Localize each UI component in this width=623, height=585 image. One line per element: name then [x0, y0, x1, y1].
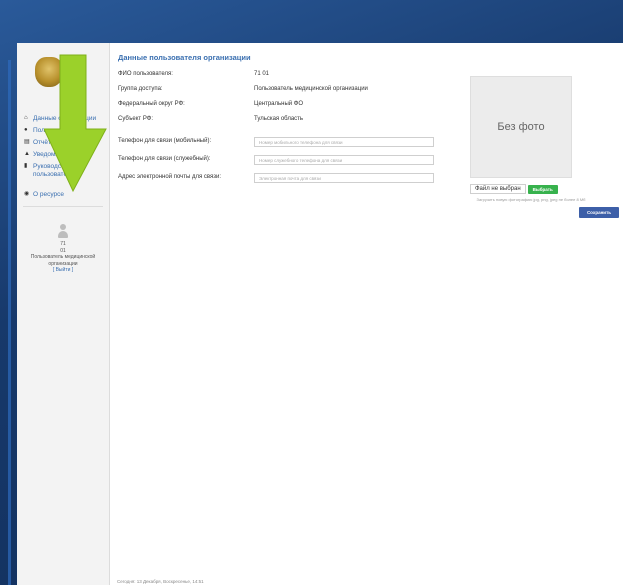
mobile-phone-input[interactable]	[254, 137, 434, 147]
document-list-icon: ▤	[24, 139, 30, 145]
footer-datetime: Сегодня: 13 Декабря, Воскресенье, 14:51	[117, 579, 204, 584]
district-value: Центральный ФО	[254, 101, 304, 107]
page-title: Данные пользователя организации	[118, 53, 251, 62]
choose-file-button[interactable]: Выбрать	[527, 184, 558, 194]
work-phone-input[interactable]	[254, 155, 434, 165]
pointer-arrow-icon	[44, 54, 107, 193]
region-value: Тульская область	[254, 116, 304, 122]
work-phone-label: Телефон для связи (служебный):	[118, 156, 211, 162]
bell-icon: ▲	[24, 151, 30, 157]
home-icon: ⌂	[24, 115, 28, 121]
region-label: Субъект РФ:	[118, 116, 153, 122]
user-role: Пользователь медицинской организации	[30, 254, 96, 267]
mobile-phone-label: Телефон для связи (мобильный):	[118, 138, 212, 144]
logout-link[interactable]: [ Выйти ]	[17, 267, 109, 274]
avatar-body	[58, 231, 68, 238]
email-input[interactable]	[254, 173, 434, 183]
fio-value: 71 01	[254, 71, 270, 77]
info-icon: ◉	[24, 191, 30, 197]
decorative-strip	[8, 60, 11, 585]
save-button[interactable]: Сохранить	[579, 207, 619, 218]
upload-hint: Загрузить новую фотографию jpg, png, jpe…	[476, 197, 586, 202]
app-window: ⌂ Данные организации ● Пользователь ▤ От…	[17, 43, 623, 585]
group-label: Группа доступа:	[118, 86, 163, 92]
book-icon: ▮	[24, 163, 28, 169]
photo-placeholder: Без фото	[470, 76, 572, 178]
user-block: 71 01 Пользователь медицинской организац…	[17, 223, 109, 274]
group-value: Пользователь медицинской организации	[254, 86, 368, 92]
fio-label: ФИО пользователя:	[118, 71, 173, 77]
divider	[23, 206, 103, 207]
email-label: Адрес электронной почты для связи:	[118, 174, 222, 180]
avatar	[55, 223, 71, 239]
file-status[interactable]: Файл не выбран	[470, 184, 526, 194]
district-label: Федеральный округ РФ:	[118, 101, 185, 107]
no-photo-label: Без фото	[497, 121, 545, 133]
file-picker: Файл не выбран Выбрать	[470, 184, 558, 194]
avatar-head	[60, 224, 66, 230]
user-icon: ●	[24, 127, 28, 133]
